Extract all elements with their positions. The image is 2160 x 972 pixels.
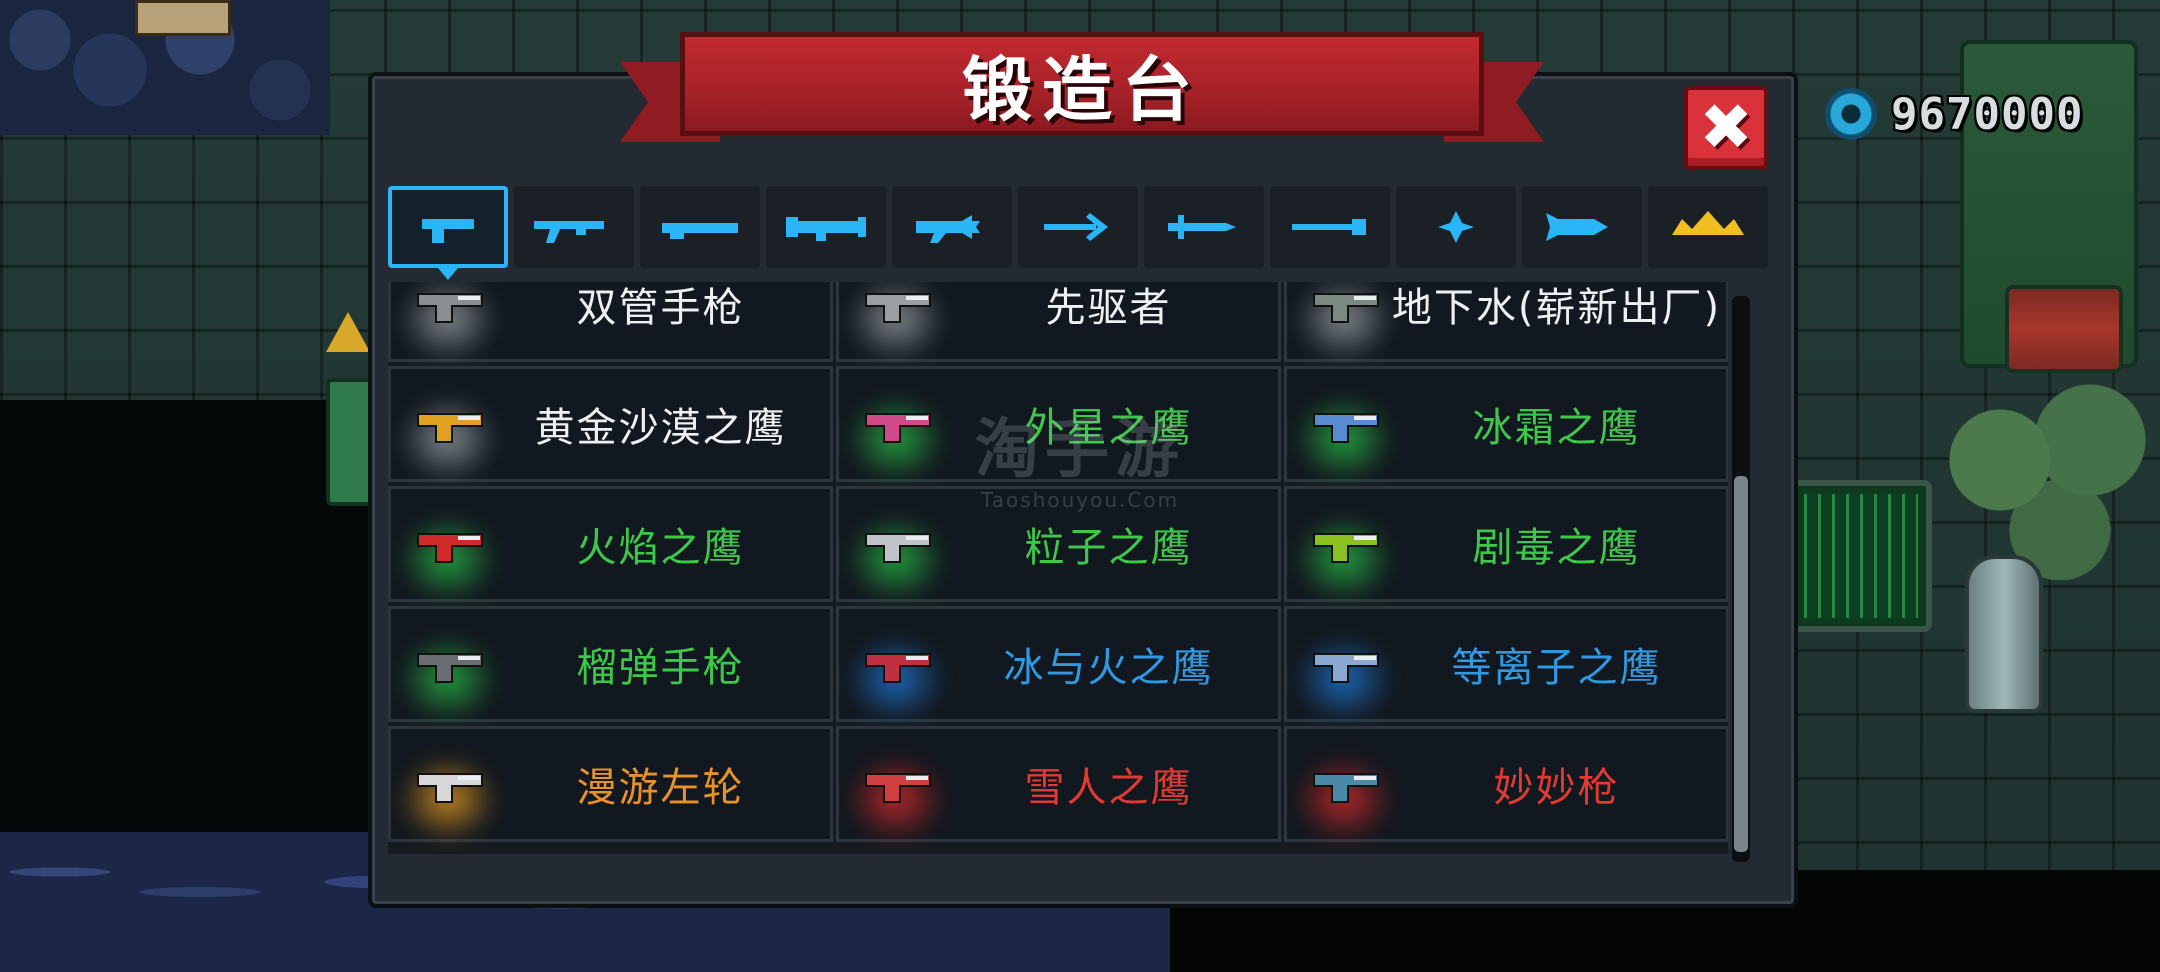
tab-bow[interactable] [1018, 186, 1138, 268]
shotgun-icon [662, 223, 738, 239]
weapon-name: 剧毒之鹰 [1472, 525, 1641, 571]
weapon-grid: 双管手枪 先驱者 地下水(崭新出厂) 黄金沙漠之鹰 外星之鹰 冰霜之鹰火焰之鹰 粒子之鹰 剧毒… [388, 282, 1728, 842]
pistol-icon [865, 293, 931, 323]
pistol-icon [417, 653, 483, 683]
weapon-category-tabs [388, 186, 1774, 268]
weapon-name: 冰霜之鹰 [1472, 405, 1641, 451]
pistol-icon [417, 533, 483, 563]
pistol-icon [865, 413, 931, 443]
title-banner: 锻造台 [620, 28, 1544, 156]
weapon-name: 漫游左轮 [576, 765, 745, 811]
currency-value: 9670000 [1891, 88, 2084, 140]
weapon-item[interactable]: 火焰之鹰 [388, 486, 833, 602]
background-tank [1965, 555, 2043, 713]
background-note [135, 0, 231, 36]
pistol-icon [1313, 533, 1379, 563]
pistol-icon [417, 773, 483, 803]
close-icon: ✖ [1699, 91, 1753, 165]
background-barrel [2005, 285, 2123, 373]
weapon-name: 粒子之鹰 [1024, 525, 1193, 571]
weapon-item[interactable]: 粒子之鹰 [836, 486, 1281, 602]
rifle-icon [534, 221, 604, 243]
weapon-name: 妙妙枪 [1493, 765, 1620, 811]
background-plants [1940, 380, 2160, 580]
weapon-name: 外星之鹰 [1024, 405, 1193, 451]
weapon-name: 榴弹手枪 [576, 645, 745, 691]
weapon-name: 双管手枪 [576, 285, 745, 331]
weapon-list[interactable]: 双管手枪 先驱者 地下水(崭新出厂) 黄金沙漠之鹰 外星之鹰 冰霜之鹰火焰之鹰 粒子之鹰 剧毒… [388, 282, 1728, 854]
pistol-icon [1313, 653, 1379, 683]
weapon-item[interactable]: 双管手枪 [388, 282, 833, 362]
pistol-icon [1313, 293, 1379, 323]
currency-display: 9670000 [1825, 88, 2083, 140]
weapon-item[interactable]: 冰霜之鹰 [1284, 366, 1728, 482]
staff-icon [1292, 219, 1366, 235]
pistol-icon [865, 533, 931, 563]
pistol-icon [865, 653, 931, 683]
weapon-name: 先驱者 [1045, 285, 1172, 331]
pistol-icon [865, 773, 931, 803]
tab-pistol[interactable] [388, 186, 508, 268]
background-shadow [0, 400, 380, 840]
weapon-item[interactable]: 等离子之鹰 [1284, 606, 1728, 722]
page-title: 锻造台 [962, 48, 1202, 131]
weapon-name: 黄金沙漠之鹰 [534, 405, 787, 451]
tab-launcher[interactable] [766, 186, 886, 268]
weapon-item[interactable]: 榴弹手枪 [388, 606, 833, 722]
background-console [1790, 480, 1932, 632]
laser-gun-icon [916, 215, 980, 243]
sword-icon [1168, 215, 1236, 239]
tab-staff[interactable] [1270, 186, 1390, 268]
tab-shuriken[interactable] [1396, 186, 1516, 268]
weapon-item[interactable]: 漫游左轮 [388, 726, 833, 842]
tab-shotgun[interactable] [640, 186, 760, 268]
tab-fish[interactable] [1522, 186, 1642, 268]
weapon-name: 等离子之鹰 [1451, 645, 1662, 691]
pistol-icon [417, 413, 483, 443]
crown-icon [1672, 211, 1744, 235]
weapon-item[interactable]: 地下水(崭新出厂) [1284, 282, 1728, 362]
tab-crown[interactable] [1648, 186, 1768, 268]
weapon-item[interactable]: 外星之鹰 [836, 366, 1281, 482]
banner-ribbon: 锻造台 [680, 32, 1484, 136]
scrollbar-thumb[interactable] [1734, 476, 1748, 852]
weapon-item[interactable]: 冰与火之鹰 [836, 606, 1281, 722]
weapon-item[interactable]: 剧毒之鹰 [1284, 486, 1728, 602]
weapon-name: 地下水(崭新出厂) [1391, 285, 1722, 331]
fish-icon [1546, 213, 1608, 241]
gem-icon [1825, 88, 1877, 140]
tab-laser-gun[interactable] [892, 186, 1012, 268]
weapon-item[interactable]: 妙妙枪 [1284, 726, 1728, 842]
weapon-item[interactable]: 黄金沙漠之鹰 [388, 366, 833, 482]
weapon-item[interactable]: 先驱者 [836, 282, 1281, 362]
pistol-icon [1313, 413, 1379, 443]
pistol-icon [422, 219, 474, 243]
launcher-icon [786, 217, 866, 241]
pistol-icon [417, 293, 483, 323]
pistol-icon [1313, 773, 1379, 803]
tab-rifle[interactable] [514, 186, 634, 268]
weapon-name: 雪人之鹰 [1024, 765, 1193, 811]
weapon-name: 火焰之鹰 [576, 525, 745, 571]
close-button[interactable]: ✖ [1684, 86, 1768, 170]
weapon-name: 冰与火之鹰 [1003, 645, 1214, 691]
scrollbar[interactable] [1732, 296, 1750, 862]
weapon-item[interactable]: 雪人之鹰 [836, 726, 1281, 842]
bow-icon [1044, 213, 1108, 241]
shuriken-icon [1438, 211, 1474, 243]
tab-sword[interactable] [1144, 186, 1264, 268]
warning-sign-icon [326, 312, 370, 352]
